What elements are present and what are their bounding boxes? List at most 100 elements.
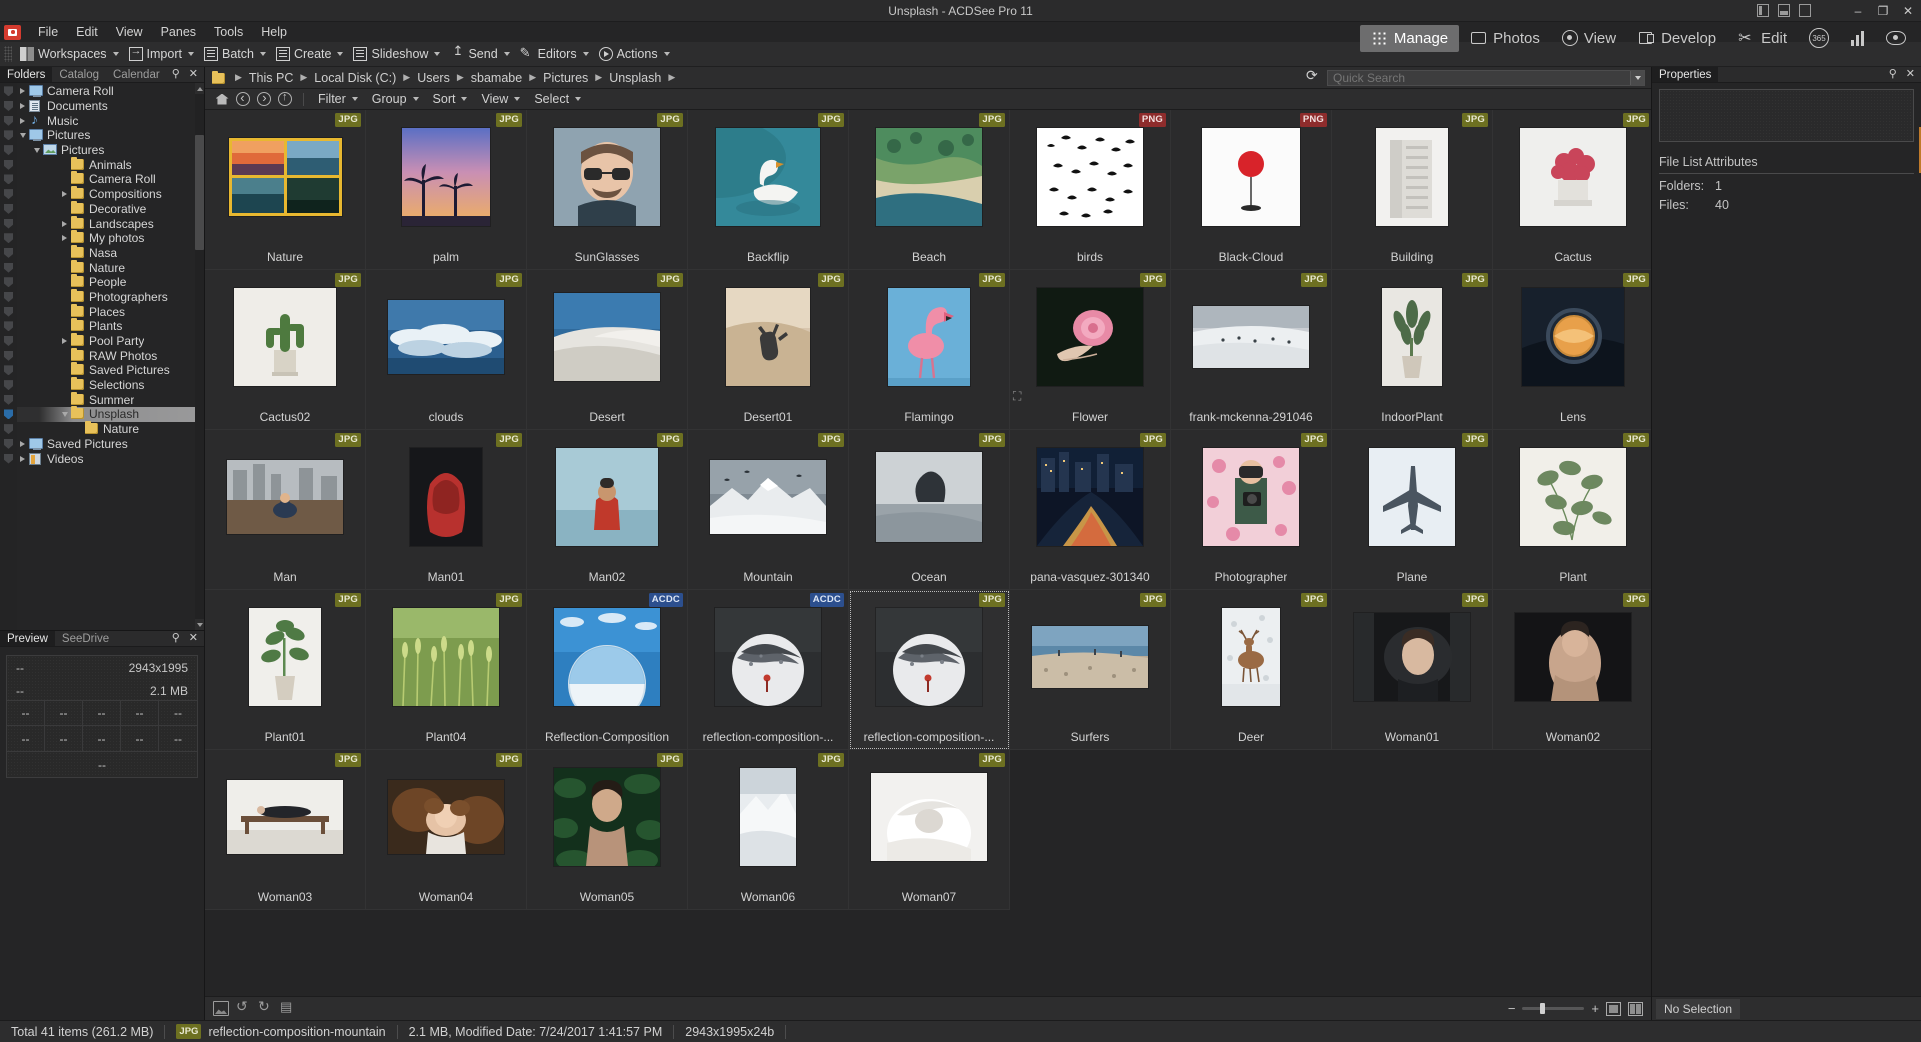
close-button[interactable]: ✕ xyxy=(1901,5,1915,17)
sidebar-item-compositions[interactable]: Compositions xyxy=(17,187,204,202)
folder-rating-shield[interactable] xyxy=(0,304,17,319)
thumbnail-item[interactable]: JPGFlamingo xyxy=(849,270,1010,430)
thumbnail-item[interactable]: JPGBeach xyxy=(849,110,1010,270)
zoom-in-button[interactable]: + xyxy=(1591,1002,1599,1015)
tab-view[interactable]: View xyxy=(1551,25,1627,52)
toolbar-grip[interactable] xyxy=(4,46,12,62)
menu-view[interactable]: View xyxy=(107,23,152,41)
menu-file[interactable]: File xyxy=(29,23,67,41)
sidebar-item-decorative[interactable]: Decorative xyxy=(17,202,204,217)
thumbnail-item[interactable]: JPGMan02 xyxy=(527,430,688,590)
tab-properties[interactable]: Properties xyxy=(1652,67,1718,82)
thumbnail-item[interactable]: JPGMan xyxy=(205,430,366,590)
folder-rating-shield[interactable] xyxy=(0,172,17,187)
folder-rating-shield[interactable] xyxy=(0,99,17,114)
thumbnail-item[interactable]: JPGSurfers xyxy=(1010,590,1171,750)
breadcrumb-item-pictures[interactable]: Pictures xyxy=(541,71,590,85)
zoom-out-button[interactable]: − xyxy=(1508,1002,1516,1015)
sidebar-item-unsplash[interactable]: Unsplash xyxy=(17,407,204,422)
folder-rating-shield[interactable] xyxy=(0,128,17,143)
sidebar-item-saved-pictures[interactable]: Saved Pictures xyxy=(17,363,204,378)
thumbnail-item[interactable]: JPGpana-vasquez-301340 xyxy=(1010,430,1171,590)
scroll-down-icon[interactable] xyxy=(195,619,204,630)
thumbnail-item[interactable]: JPGPhotographer xyxy=(1171,430,1332,590)
sidebar-item-videos[interactable]: Videos xyxy=(17,451,204,466)
tab-edit[interactable]: Edit xyxy=(1727,25,1798,52)
chevron-right-icon[interactable] xyxy=(17,456,28,462)
breadcrumb-item-sbamabe[interactable]: sbamabe xyxy=(469,71,524,85)
thumbnail-item[interactable]: JPGfrank-mckenna-291046 xyxy=(1171,270,1332,430)
view-menu[interactable]: View xyxy=(475,91,526,107)
sidebar-item-landscapes[interactable]: Landscapes xyxy=(17,216,204,231)
tab-catalog[interactable]: Catalog xyxy=(52,67,106,82)
toolbar-workspaces[interactable]: Workspaces xyxy=(15,45,124,63)
chevron-right-icon[interactable] xyxy=(17,103,28,109)
thumbnail-item[interactable]: JPGMan01 xyxy=(366,430,527,590)
folder-rating-shield[interactable] xyxy=(0,157,17,172)
thumbnail-item[interactable]: JPGPlant01 xyxy=(205,590,366,750)
thumbnail-item[interactable]: JPGCactus02 xyxy=(205,270,366,430)
thumbnail-item[interactable]: JPGclouds xyxy=(366,270,527,430)
sidebar-item-nature[interactable]: Nature xyxy=(17,422,204,437)
folder-rating-shield[interactable] xyxy=(0,407,17,422)
close-icon[interactable]: ✕ xyxy=(189,633,198,644)
thumbnail-item[interactable]: JPGLens xyxy=(1493,270,1651,430)
scroll-thumb[interactable] xyxy=(195,135,204,250)
thumbnail-item[interactable]: JPGCactus xyxy=(1493,110,1651,270)
sidebar-item-nature[interactable]: Nature xyxy=(17,260,204,275)
folder-rating-shield[interactable] xyxy=(0,113,17,128)
toolbar-send[interactable]: Send xyxy=(445,45,514,63)
chevron-right-icon[interactable] xyxy=(59,235,70,241)
chevron-right-icon[interactable] xyxy=(17,88,28,94)
zoom-slider[interactable] xyxy=(1522,1007,1584,1010)
tab-folders[interactable]: Folders xyxy=(0,67,52,82)
folder-rating-shield[interactable] xyxy=(0,422,17,437)
tab-preview[interactable]: Preview xyxy=(0,631,55,646)
breadcrumb-item-local-disk-c[interactable]: Local Disk (C:) xyxy=(312,71,398,85)
sidebar-item-pictures[interactable]: Pictures xyxy=(17,143,204,158)
thumbnail-item[interactable]: ACDCReflection-Composition xyxy=(527,590,688,750)
thumbnail-item[interactable]: JPGFlower xyxy=(1010,270,1171,430)
home-icon[interactable] xyxy=(213,91,231,108)
delete-icon[interactable] xyxy=(279,1001,295,1016)
thumbnail-item[interactable]: JPGWoman06 xyxy=(688,750,849,910)
chevron-right-icon[interactable] xyxy=(59,191,70,197)
menu-panes[interactable]: Panes xyxy=(152,23,205,41)
thumbnail-item[interactable]: JPGDesert xyxy=(527,270,688,430)
thumbnail-item[interactable]: JPGOcean xyxy=(849,430,1010,590)
rotate-right-icon[interactable] xyxy=(257,1001,273,1016)
search-input-wrapper[interactable] xyxy=(1327,70,1645,86)
tab-calendar[interactable]: Calendar xyxy=(106,67,167,82)
toolbar-import[interactable]: Import xyxy=(124,45,199,63)
folder-rating-shield[interactable] xyxy=(0,246,17,261)
pin-icon[interactable]: ⚲ xyxy=(172,633,180,644)
folder-rating-shield[interactable] xyxy=(0,451,17,466)
image-icon[interactable] xyxy=(213,1001,229,1016)
thumbnail-item[interactable]: JPGWoman02 xyxy=(1493,590,1651,750)
sidebar-item-my-photos[interactable]: My photos xyxy=(17,231,204,246)
sidebar-item-camera-roll[interactable]: Camera Roll xyxy=(17,84,204,99)
thumbnail-item[interactable]: JPGMountain xyxy=(688,430,849,590)
sidebar-item-animals[interactable]: Animals xyxy=(17,157,204,172)
thumbnail-item[interactable]: JPGPlant xyxy=(1493,430,1651,590)
tab-dashboard[interactable] xyxy=(1840,25,1875,51)
group-menu[interactable]: Group xyxy=(366,91,425,107)
up-icon[interactable] xyxy=(276,91,294,108)
folder-rating-shield[interactable] xyxy=(0,187,17,202)
layout-bottom-pane-icon[interactable] xyxy=(1778,4,1790,17)
tab-365[interactable]: 365 xyxy=(1798,23,1840,53)
folder-rating-shield[interactable] xyxy=(0,231,17,246)
thumbnail-item[interactable]: PNGbirds xyxy=(1010,110,1171,270)
thumbnail-item[interactable]: JPGWoman07 xyxy=(849,750,1010,910)
sort-menu[interactable]: Sort xyxy=(427,91,474,107)
thumbnail-item[interactable]: JPGpalm xyxy=(366,110,527,270)
chevron-down-icon[interactable] xyxy=(59,412,70,417)
tab-manage[interactable]: Manage xyxy=(1360,25,1459,52)
zoom-slider-thumb[interactable] xyxy=(1540,1003,1545,1014)
tab-photos[interactable]: Photos xyxy=(1459,25,1551,52)
thumbnail-item[interactable]: JPGDeer xyxy=(1171,590,1332,750)
forward-icon[interactable] xyxy=(255,91,273,108)
breadcrumb-item-users[interactable]: Users xyxy=(415,71,452,85)
sidebar-item-camera-roll[interactable]: Camera Roll xyxy=(17,172,204,187)
thumbnail-item[interactable]: JPGIndoorPlant xyxy=(1332,270,1493,430)
